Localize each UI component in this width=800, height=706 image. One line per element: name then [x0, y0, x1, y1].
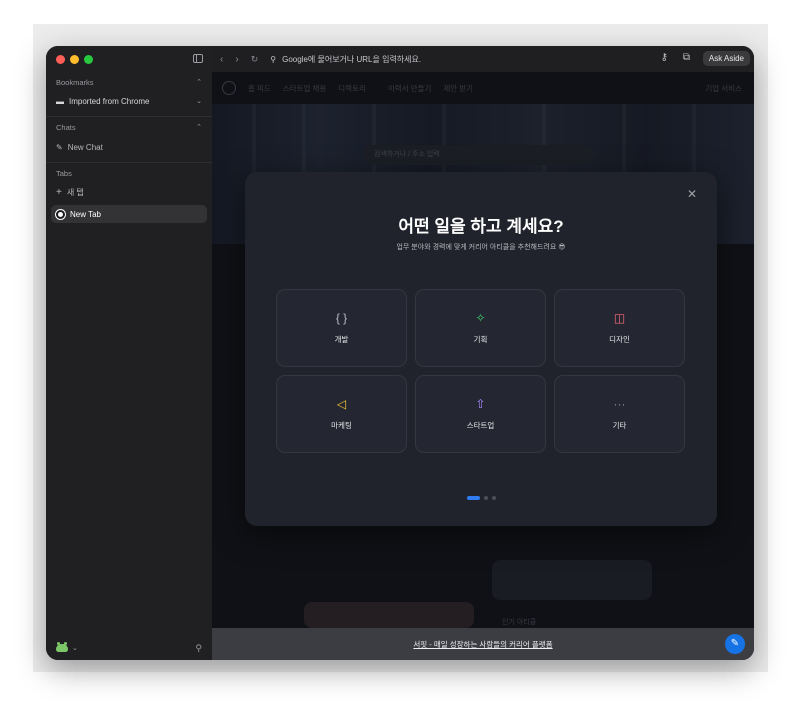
role-select-modal: ✕ 어떤 일을 하고 계세요? 업무 분야와 경력에 맞게 커리어 아티클을 추… [245, 172, 717, 526]
profile-avatar-icon[interactable] [56, 642, 68, 652]
puzzle-icon: ✧ [475, 311, 486, 325]
chevron-down-icon: ⌄ [196, 98, 202, 105]
tabs-header-label: Tabs [56, 169, 72, 178]
collapse-chevron-icon: ⌃ [196, 124, 202, 131]
sidebar-toggle-icon[interactable] [193, 54, 203, 63]
new-chat-label: New Chat [67, 142, 103, 152]
page-dot-active[interactable] [466, 496, 480, 500]
back-icon[interactable]: ‹ [220, 54, 223, 65]
site-footer-banner[interactable]: 서핏 - 매일 성장하는 사람들의 커리어 플랫폼 ✎ [212, 628, 754, 660]
modal-title: 어떤 일을 하고 계세요? [398, 217, 564, 236]
option-label: 기획 [473, 335, 488, 344]
megaphone-icon: ◁ [336, 397, 347, 411]
footer-link[interactable]: 서핏 - 매일 성장하는 사람들의 커리어 플랫폼 [413, 639, 552, 650]
code-braces-icon: { } [335, 311, 348, 325]
bookmarks-header-label: Bookmarks [56, 78, 94, 87]
reload-icon[interactable]: ↻ [251, 54, 259, 65]
ask-aside-button[interactable]: Ask Aside [702, 51, 750, 66]
bookmark-folder-label: Imported from Chrome [69, 96, 150, 106]
sidebar-tab-new-tab[interactable]: New Tab [51, 205, 207, 223]
option-other[interactable]: ··· 기타 [554, 375, 685, 453]
option-startup[interactable]: ⇧ 스타트업 [415, 375, 546, 453]
sidebar-item-new-chat[interactable]: ✎ New Chat [56, 140, 202, 154]
rocket-icon: ⇧ [475, 397, 486, 411]
plus-icon: + [56, 186, 62, 198]
address-placeholder: Google에 물어보거나 URL을 입력하세요. [282, 54, 422, 64]
option-label: 스타트업 [466, 421, 495, 430]
sidebar: Bookmarks ⌃ ▬ Imported from Chrome ⌄ Cha… [46, 46, 212, 660]
page-dot[interactable] [483, 496, 488, 500]
search-icon: ⚲ [270, 54, 277, 64]
pagination-dots [245, 496, 717, 500]
key-icon[interactable]: ⚷ [661, 52, 668, 63]
option-planning[interactable]: ✧ 기획 [415, 289, 546, 367]
forward-icon[interactable]: › [235, 54, 238, 65]
close-window-button[interactable] [56, 55, 65, 64]
divider [46, 162, 212, 163]
option-label: 디자인 [609, 335, 630, 344]
main-content: ‹ › ↻ ⚲ Google에 물어보거나 URL을 입력하세요. ⚷ ⧉ As… [212, 46, 754, 660]
maximize-window-button[interactable] [84, 55, 93, 64]
bookmarks-section-header[interactable]: Bookmarks ⌃ [56, 78, 202, 87]
chats-header-label: Chats [56, 123, 76, 132]
divider [46, 116, 212, 117]
new-tab-button[interactable]: + 새 탭 [56, 185, 202, 199]
more-dots-icon: ··· [613, 397, 626, 411]
role-options-grid: { } 개발 ✧ 기획 ◫ 디자인 ◁ 마케팅 ⇧ 스타트업 ··· 기타 [276, 289, 686, 455]
compose-icon: ✎ [56, 142, 63, 152]
browser-window: Bookmarks ⌃ ▬ Imported from Chrome ⌄ Cha… [46, 46, 754, 660]
tab-favicon-icon [56, 209, 65, 219]
traffic-lights [56, 55, 93, 64]
new-tab-action-label: 새 탭 [66, 187, 84, 197]
close-icon[interactable]: ✕ [687, 187, 697, 201]
sidebar-footer: ⌄ ⚲ [56, 642, 202, 654]
option-label: 개발 [334, 335, 349, 344]
toolbar: ‹ › ↻ ⚲ Google에 물어보거나 URL을 입력하세요. ⚷ ⧉ As… [212, 46, 754, 72]
option-label: 마케팅 [331, 421, 352, 430]
option-design[interactable]: ◫ 디자인 [554, 289, 685, 367]
sidebar-item-imported-from-chrome[interactable]: ▬ Imported from Chrome ⌄ [56, 94, 202, 108]
option-label: 기타 [612, 421, 627, 430]
chevron-down-icon[interactable]: ⌄ [72, 644, 78, 652]
page-dot[interactable] [491, 496, 496, 500]
address-bar[interactable]: ⚲ Google에 물어보거나 URL을 입력하세요. [270, 54, 421, 65]
chats-section-header[interactable]: Chats ⌃ [56, 123, 202, 132]
tabs-section-header: Tabs [56, 169, 202, 178]
folder-icon: ▬ [56, 96, 64, 106]
search-icon[interactable]: ⚲ [195, 643, 202, 654]
palette-icon: ◫ [613, 311, 626, 325]
collapse-chevron-icon: ⌃ [196, 79, 202, 86]
extension-icon[interactable]: ⧉ [683, 52, 690, 63]
edit-pencil-icon[interactable]: ✎ [725, 634, 745, 654]
option-marketing[interactable]: ◁ 마케팅 [276, 375, 407, 453]
tab-title: New Tab [70, 209, 101, 219]
option-development[interactable]: { } 개발 [276, 289, 407, 367]
minimize-window-button[interactable] [70, 55, 79, 64]
modal-subtitle: 업무 분야와 경력에 맞게 커리어 아티클을 추천해드려요 😎 [396, 244, 566, 251]
